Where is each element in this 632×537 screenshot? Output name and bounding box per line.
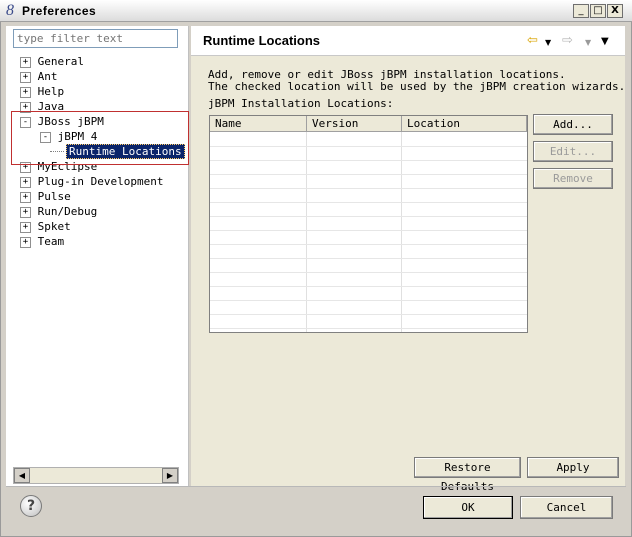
tree-item-general[interactable]: + General (20, 54, 185, 69)
tree-horizontal-scrollbar[interactable]: ◀ ▶ (13, 467, 179, 484)
expand-icon[interactable]: + (20, 86, 31, 98)
scroll-left-arrow-icon[interactable]: ◀ (14, 468, 30, 483)
tree-item-team[interactable]: + Team (20, 234, 185, 249)
table-row (210, 286, 527, 301)
page-description-line-2: The checked location will be used by the… (208, 80, 626, 93)
table-row (210, 272, 527, 287)
table-row (210, 202, 527, 217)
cancel-button[interactable]: Cancel (520, 496, 613, 519)
column-header-name[interactable]: Name (210, 116, 307, 132)
expand-icon[interactable]: + (20, 176, 31, 188)
table-row (210, 258, 527, 273)
ok-button[interactable]: OK (423, 496, 513, 519)
maximize-button[interactable]: □ (590, 4, 606, 18)
remove-button[interactable]: Remove (533, 168, 613, 189)
table-row (210, 146, 527, 161)
page-title: Runtime Locations (203, 33, 321, 48)
table-row (210, 300, 527, 315)
column-header-version[interactable]: Version (307, 116, 402, 132)
expand-icon[interactable]: + (20, 236, 31, 248)
table-row (210, 230, 527, 245)
add-button[interactable]: Add... (533, 114, 613, 135)
tree-item-label: Help (37, 85, 65, 98)
forward-dropdown-icon[interactable]: ▼ (585, 38, 591, 47)
table-row (210, 188, 527, 203)
expand-icon[interactable]: + (20, 221, 31, 233)
tree-item-label: General (37, 55, 84, 68)
view-menu-icon[interactable]: ▼ (601, 36, 609, 47)
minimize-button[interactable]: _ (573, 4, 589, 18)
table-row (210, 174, 527, 189)
filter-input[interactable] (13, 29, 178, 48)
table-row (210, 244, 527, 259)
expand-icon[interactable]: + (20, 206, 31, 218)
tree-item-label: Pulse (37, 190, 71, 203)
tree-item-help[interactable]: + Help (20, 84, 185, 99)
tree-item-pulse[interactable]: + Pulse (20, 189, 185, 204)
close-button[interactable]: X (607, 4, 623, 18)
back-arrow-icon[interactable]: ⇦ (527, 33, 538, 48)
restore-defaults-button[interactable]: Restore Defaults (414, 457, 521, 493)
column-header-location[interactable]: Location (402, 116, 527, 132)
tree-item-label: Team (37, 235, 65, 248)
scroll-right-arrow-icon[interactable]: ▶ (162, 468, 178, 483)
title-bar: 8 Preferences _ □ X (0, 0, 632, 22)
window-title: Preferences (22, 4, 97, 18)
tree-item-label: Spket (37, 220, 71, 233)
tree-item-plugin-development[interactable]: + Plug-in Development (20, 174, 185, 189)
eclipse-app-icon: 8 (6, 2, 14, 19)
tree-item-spket[interactable]: + Spket (20, 219, 185, 234)
apply-button[interactable]: Apply (527, 457, 619, 478)
help-icon[interactable]: ? (20, 495, 42, 517)
tree-item-label: Run/Debug (37, 205, 98, 218)
back-dropdown-icon[interactable]: ▼ (545, 38, 551, 47)
highlight-annotation-box (11, 111, 189, 165)
table-row (210, 160, 527, 175)
expand-icon[interactable]: + (20, 191, 31, 203)
expand-icon[interactable]: + (20, 56, 31, 68)
edit-button[interactable]: Edit... (533, 141, 613, 162)
table-row (210, 132, 527, 147)
forward-arrow-icon[interactable]: ⇨ (562, 33, 573, 48)
tree-item-run-debug[interactable]: + Run/Debug (20, 204, 185, 219)
expand-icon[interactable]: + (20, 71, 31, 83)
table-row (210, 216, 527, 231)
tree-item-ant[interactable]: + Ant (20, 69, 185, 84)
table-row (210, 314, 527, 329)
table-label: jBPM Installation Locations: (208, 97, 394, 110)
installation-locations-table[interactable]: Name Version Location (209, 115, 528, 333)
tree-item-label: Plug-in Development (37, 175, 164, 188)
tree-item-label: Ant (37, 70, 58, 83)
